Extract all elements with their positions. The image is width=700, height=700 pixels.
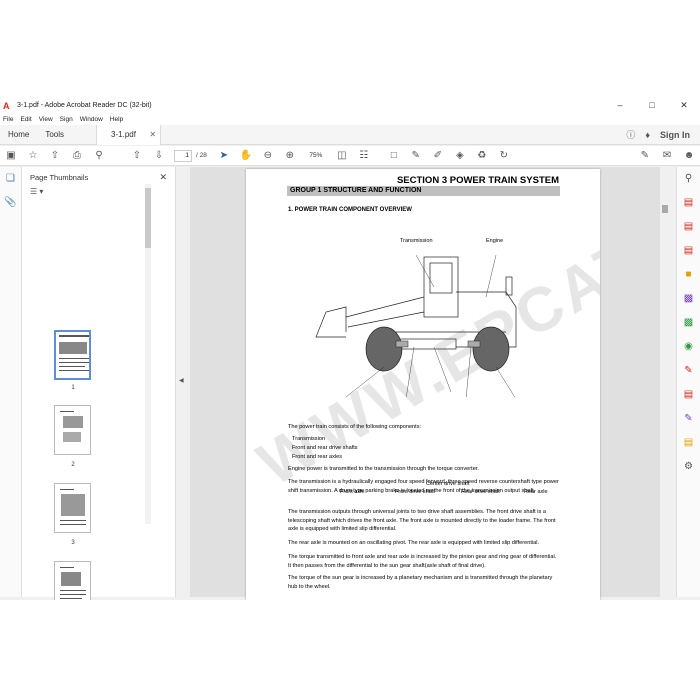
panel-header: Page Thumbnails ✕ [22,167,175,187]
thumbnail-scrollbar[interactable] [145,184,151,524]
page-number-input[interactable]: 1 [174,149,192,162]
tab-close-icon[interactable]: ✕ [149,125,156,145]
thumbnail-label-3: 3 [71,540,75,546]
hand-icon[interactable]: ✋ [235,146,257,166]
tabbar-right: ⓘ ♦ Sign In [626,128,700,141]
close-icon[interactable]: ✕ [668,97,700,114]
compare-icon[interactable]: ▤ [677,431,700,455]
thumbnail-page-3[interactable] [54,483,91,533]
sign-in-button[interactable]: Sign In [660,130,690,140]
paragraph-1: Engine power is transmitted to the trans… [288,466,479,472]
thumbnail-page-1[interactable] [54,330,91,380]
draw-icon[interactable]: ✐ [427,146,449,166]
comment-icon[interactable]: □ [383,146,405,166]
acrobat-icon: A [3,100,10,111]
highlight-icon[interactable]: ✎ [405,146,427,166]
paragraph-2: The transmission is a hydraulically enga… [288,479,559,494]
fill-sign-tool-icon[interactable]: ▤ [677,383,700,407]
rotate-icon[interactable]: ↻ [493,146,515,166]
panel-close-icon[interactable]: ✕ [159,172,167,183]
section-title: SECTION 3 POWER TRAIN SYSTEM [396,175,559,186]
zoom-select[interactable]: 75% [301,152,331,159]
create-pdf-icon[interactable]: ▤ [677,215,700,239]
component-2: Front and rear drive shafts [292,445,358,451]
paragraph-6: The torque of the sun gear is increased … [288,575,553,590]
thumbnail-label-1: 1 [71,385,75,391]
protect-icon[interactable]: ✎ [677,359,700,383]
export-pdf-icon[interactable]: ▤ [677,191,700,215]
menu-edit[interactable]: Edit [20,116,31,123]
scroll-mode-icon[interactable]: ☷ [353,146,375,166]
paragraph-5: The torque transmitted to front axle and… [288,554,557,569]
label-engine: Engine [486,238,504,244]
tab-home[interactable]: Home [0,125,37,145]
scan-icon[interactable]: ◉ [677,335,700,359]
page-count: / 28 [196,152,207,159]
comment-tool-icon[interactable]: ■ [677,263,700,287]
menu-bar: File Edit View Sign Window Help [0,114,700,125]
share-icon[interactable]: ✉ [656,146,678,166]
pdf-page: WWW.EPCATPDF.COM SECTION 3 POWER TRAIN S… [246,169,600,600]
paragraph-3: The transmission outputs through univers… [288,509,556,532]
zoom-in-icon[interactable]: ⊕ [279,146,301,166]
component-3: Front and rear axles [292,454,343,460]
tab-bar: Home Tools 3-1.pdf ✕ ⓘ ♦ Sign In [0,124,700,145]
menu-window[interactable]: Window [80,116,103,123]
save-icon[interactable]: ▣ [0,146,22,166]
title-bar: A 3-1.pdf - Adobe Acrobat Reader DC (32-… [0,97,700,114]
paragraph-4: The rear axle is mounted on an oscillati… [288,540,540,546]
menu-sign[interactable]: Sign [60,116,73,123]
delete-icon[interactable]: ♻ [471,146,493,166]
collapse-left-icon[interactable]: ◀ [179,377,184,384]
minimize-icon[interactable]: – [604,97,636,114]
tab-document-label: 3-1.pdf [111,129,136,139]
intro-text: The power train consists of the followin… [288,424,422,430]
search-tool-icon[interactable]: ⚲ [677,167,700,191]
thumbnail-options-icon[interactable]: ☰ ▾ [22,187,175,201]
menu-view[interactable]: View [39,116,53,123]
thumbnails-panel: Page Thumbnails ✕ ☰ ▾ [22,167,176,597]
label-transmission: Transmission [400,238,433,244]
panel-title: Page Thumbnails [30,172,89,182]
next-page-icon[interactable]: ⇩ [148,146,170,166]
attachments-icon[interactable]: 📎 [0,191,21,215]
zoom-out-icon[interactable]: ⊖ [257,146,279,166]
tab-tools[interactable]: Tools [37,125,72,145]
account-icon[interactable]: ☻ [678,146,700,166]
subheading: 1. POWER TRAIN COMPONENT OVERVIEW [288,207,412,213]
send-sign-icon[interactable]: ✎ [677,407,700,431]
toolbar: ▣ ☆ ⇧ ⎙ ⚲ ⇧ ⇩ 1 / 28 ➤ ✋ ⊖ ⊕ 75% ◫ ☷ □ ✎… [0,146,700,166]
print-icon[interactable]: ⎙ [66,146,88,166]
thumbnail-page-2[interactable] [54,405,91,455]
edit-pdf-icon[interactable]: ▤ [677,239,700,263]
right-tools-rail: ⚲ ▤ ▤ ▤ ■ ▩ ▩ ◉ ✎ ▤ ✎ ▤ ⚙ [676,167,700,597]
acrobat-window: A 3-1.pdf - Adobe Acrobat Reader DC (32-… [0,97,700,600]
search-icon[interactable]: ⚲ [88,146,110,166]
thumbnail-page-4[interactable] [54,561,91,600]
star-icon[interactable]: ☆ [22,146,44,166]
select-cursor-icon[interactable]: ➤ [213,146,235,166]
bell-icon[interactable]: ♦ [645,130,650,140]
document-scrollbar[interactable] [660,167,670,597]
menu-help[interactable]: Help [110,116,123,123]
tab-document[interactable]: 3-1.pdf ✕ [96,124,162,145]
thumbnails-icon[interactable]: ❏ [0,167,21,191]
window-title: 3-1.pdf - Adobe Acrobat Reader DC (32-bi… [17,102,152,109]
fit-page-icon[interactable]: ◫ [331,146,353,166]
upload-icon[interactable]: ⇧ [44,146,66,166]
stamp-icon[interactable]: ◈ [449,146,471,166]
fill-sign-icon[interactable]: ✎ [634,146,656,166]
component-1: Transmission [292,436,326,442]
left-rail: ❏ 📎 [0,167,22,597]
group-title: GROUP 1 STRUCTURE AND FUNCTION [287,186,560,196]
help-icon[interactable]: ⓘ [626,128,635,141]
menu-file[interactable]: File [3,116,13,123]
maximize-icon[interactable]: □ [636,97,668,114]
thumbnail-label-2: 2 [71,462,75,468]
more-tools-icon[interactable]: ⚙ [677,455,700,479]
loader-diagram [315,254,517,397]
prev-page-icon[interactable]: ⇧ [126,146,148,166]
organize-pages-icon[interactable]: ▩ [677,311,700,335]
combine-files-icon[interactable]: ▩ [677,287,700,311]
